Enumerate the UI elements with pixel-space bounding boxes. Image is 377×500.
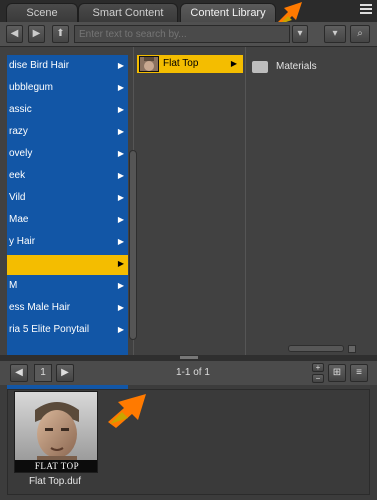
thumbnail-caption: FLAT TOP [34, 461, 80, 471]
options-dropdown[interactable]: ▾ [324, 25, 346, 43]
tab-smart-content[interactable]: Smart Content [78, 3, 178, 22]
list-item[interactable]: Mae ▶ [7, 211, 128, 229]
list-item[interactable]: dise Bird Hair ▶ [7, 57, 128, 75]
page-number-field[interactable]: 1 [34, 364, 52, 382]
pager-bar: ◀ 1 ▶ 1-1 of 1 + − ⊞ ≡ [0, 361, 377, 385]
list-view-icon[interactable]: ≡ [350, 364, 368, 382]
result-count: 1-1 of 1 [176, 367, 210, 378]
up-level-button[interactable]: ⬆ [52, 25, 69, 43]
prev-page-button[interactable]: ◀ [10, 364, 28, 382]
flat-top-thumbnail [139, 56, 159, 72]
grid-view-icon[interactable]: ⊞ [328, 364, 346, 382]
scroll-corner [348, 345, 356, 353]
splitter-handle[interactable] [180, 356, 198, 359]
list-item[interactable]: ovely ▶ [7, 145, 128, 163]
forward-button[interactable]: ▶ [28, 25, 45, 43]
search-filter-dropdown[interactable]: ▾ [292, 25, 308, 43]
toolbar: ◀ ▶ ⬆ ▾ ▾ ⌕ [0, 22, 377, 47]
list-item[interactable]: y Hair ▶ [7, 233, 128, 251]
list-item[interactable]: eek ▶ [7, 167, 128, 185]
list-item[interactable]: Vild ▶ [7, 189, 128, 207]
tab-scene[interactable]: Scene [6, 3, 78, 22]
zoom-out-button[interactable]: − [312, 374, 324, 383]
hair-category-list: dise Bird Hair ▶ ubblegum ▶ assic ▶ razy ▶ o… [7, 55, 128, 393]
list-item[interactable]: M ▶ [7, 277, 128, 295]
list-item[interactable]: assic ▶ [7, 101, 128, 119]
list-item-selected[interactable]: ▶ [7, 255, 128, 275]
folder-icon [252, 61, 268, 73]
callout-arrow-icon [108, 394, 146, 428]
list-item[interactable]: ess Male Hair ▶ [7, 299, 128, 317]
tab-bar: Scene Smart Content Content Library [0, 0, 377, 22]
search-icon[interactable]: ⌕ [350, 25, 370, 43]
item-filename: Flat Top.duf [28, 476, 82, 487]
search-input[interactable] [74, 25, 290, 43]
horizontal-scrollbar[interactable] [288, 345, 344, 352]
back-button[interactable]: ◀ [6, 25, 23, 43]
list-item[interactable]: ria 5 Elite Ponytail ▶ [7, 321, 128, 339]
flat-top-item[interactable]: Flat Top ▶ [137, 55, 243, 73]
flat-top-thumbnail-card[interactable]: FLAT TOP [14, 391, 98, 473]
tab-content-library[interactable]: Content Library [180, 3, 276, 22]
panel-menu-icon[interactable] [359, 3, 373, 17]
list-item[interactable]: ubblegum ▶ [7, 79, 128, 97]
zoom-in-button[interactable]: + [312, 363, 324, 372]
list-item[interactable]: razy ▶ [7, 123, 128, 141]
list-scrollbar[interactable] [129, 150, 137, 340]
next-page-button[interactable]: ▶ [56, 364, 74, 382]
